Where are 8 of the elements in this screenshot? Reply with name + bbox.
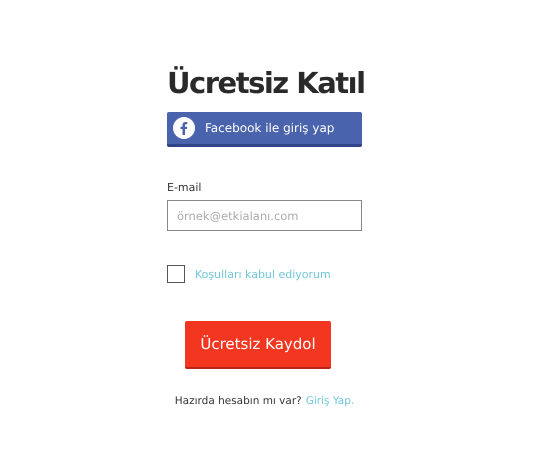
page-title: Ücretsiz Katıl <box>167 65 362 102</box>
facebook-login-button[interactable]: Facebook ile giriş yap <box>167 112 362 147</box>
facebook-icon <box>173 117 195 139</box>
email-field[interactable]: örnek@etkialanı.com <box>167 200 362 231</box>
account-prompt: Hazırda hesabın mı var? <box>174 395 302 407</box>
email-label: E-mail <box>167 181 202 194</box>
signup-button[interactable]: Ücretsiz Kaydol <box>185 321 331 369</box>
terms-checkbox[interactable] <box>167 265 185 283</box>
